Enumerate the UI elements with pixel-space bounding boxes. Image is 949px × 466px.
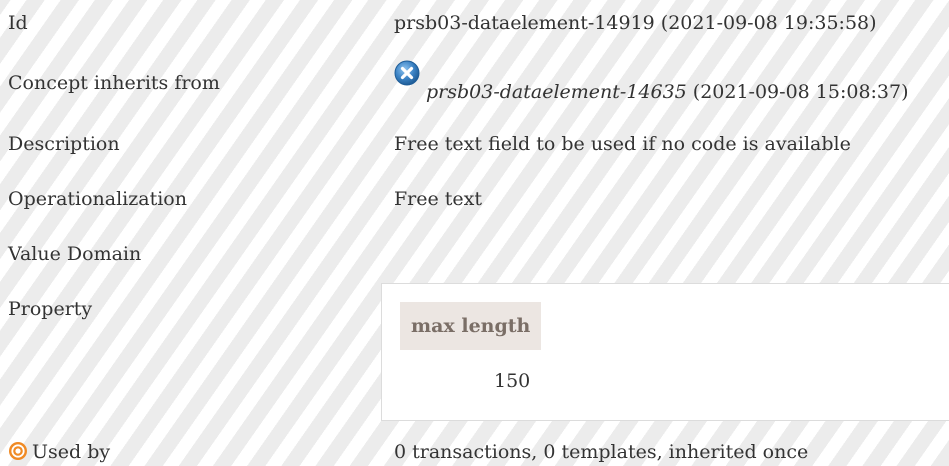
id-value: prsb03-dataelement-14919 (2021-09-08 19:… (394, 12, 877, 34)
id-label: Id (8, 12, 28, 34)
target-icon[interactable] (8, 441, 28, 461)
property-label: Property (8, 298, 93, 320)
concept-inherits-label: Concept inherits from (8, 72, 220, 94)
value-domain-label: Value Domain (8, 243, 142, 265)
property-value-max-length: 150 (494, 370, 531, 392)
concept-inherits-value: prsb03-dataelement-14635 (2021-09-08 15:… (394, 60, 909, 103)
concept-link[interactable]: prsb03-dataelement-14635 (426, 81, 687, 103)
operationalization-value: Free text (394, 188, 483, 210)
description-label: Description (8, 133, 120, 155)
property-header-max-length: max length (400, 302, 542, 350)
operationalization-label: Operationalization (8, 188, 187, 210)
used-by-label: Used by (32, 441, 111, 463)
description-value: Free text field to be used if no code is… (394, 133, 851, 155)
concept-date: (2021-09-08 15:08:37) (692, 81, 909, 103)
used-by-label-group: Used by (8, 441, 110, 463)
used-by-value: 0 transactions, 0 templates, inherited o… (394, 441, 809, 463)
property-table: max length 150 (381, 283, 949, 421)
inherit-status-icon (394, 60, 420, 86)
